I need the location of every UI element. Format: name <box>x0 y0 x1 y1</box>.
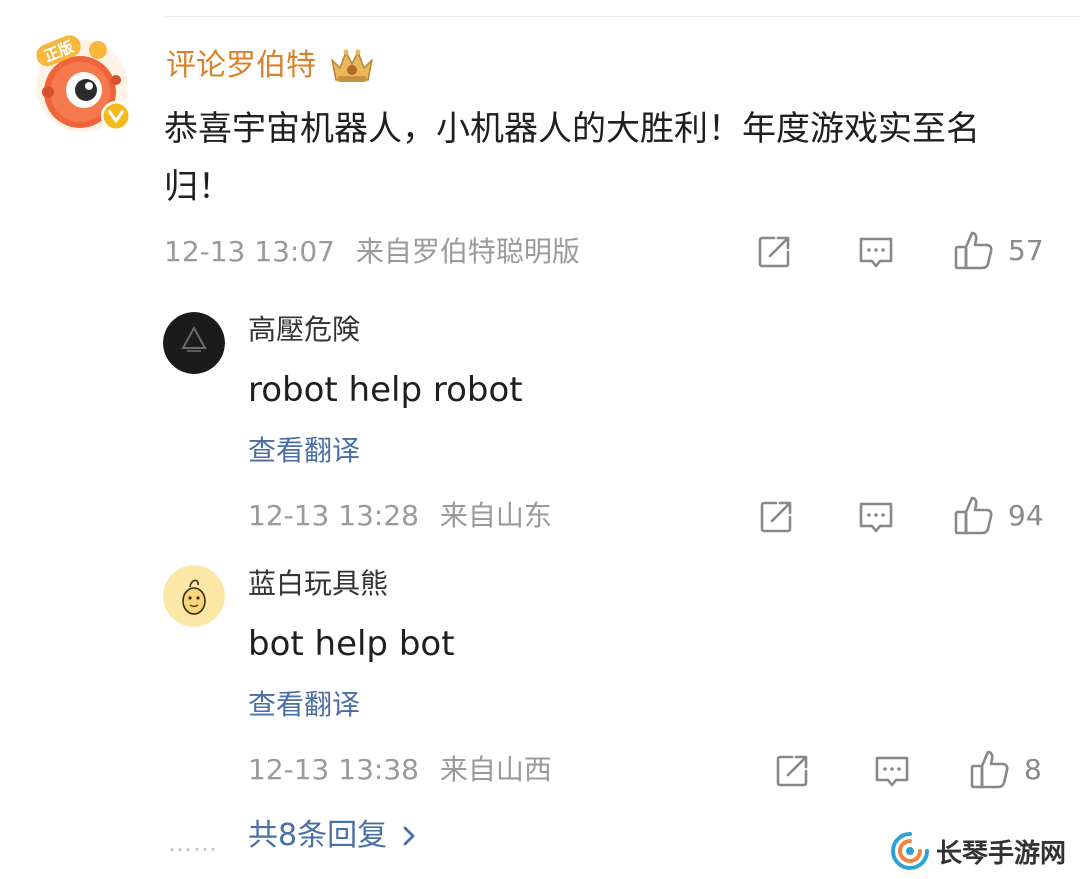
comment-icon <box>875 756 909 787</box>
reply-meta: 12-13 13:28 来自山东 <box>248 498 552 534</box>
watermark-text: 长琴手游网 <box>935 838 1066 869</box>
thumbs-up-icon <box>954 496 993 535</box>
reply-text: bot help bot <box>248 624 455 664</box>
main-time: 12-13 13:07 <box>164 235 335 268</box>
share-icon <box>760 501 792 533</box>
main-username[interactable]: 评论罗伯特 <box>166 45 316 87</box>
reply-source: 来自山东 <box>439 499 552 532</box>
reply-like-button[interactable]: 94 <box>952 493 1044 537</box>
reply-meta: 12-13 13:38 来自山西 <box>248 752 552 788</box>
reply-time: 12-13 13:28 <box>248 499 419 532</box>
main-meta: 12-13 13:07 来自罗伯特聪明版 <box>164 234 580 270</box>
reply-like-button[interactable]: 8 <box>968 747 1042 791</box>
reply-avatar[interactable] <box>163 312 225 374</box>
reply-username[interactable]: 蓝白玩具熊 <box>248 566 388 602</box>
main-share-button[interactable] <box>754 232 794 272</box>
watermark: 长琴手游网 <box>890 831 1066 871</box>
share-icon <box>776 755 808 787</box>
main-like-button[interactable]: 57 <box>952 228 1044 272</box>
crown-badge-icon[interactable] <box>328 46 376 86</box>
reply-text: robot help robot <box>248 370 523 410</box>
reply-comment-button[interactable] <box>856 497 896 537</box>
watermark-logo-icon <box>890 832 929 870</box>
reply-like-count: 8 <box>1024 752 1042 786</box>
more-dots: …… <box>168 829 218 857</box>
more-replies-label: 共8条回复 <box>248 818 388 853</box>
share-icon <box>758 236 790 268</box>
chevron-right-icon <box>403 826 415 846</box>
main-username-row: 评论罗伯特 <box>166 45 376 87</box>
translate-link[interactable]: 查看翻译 <box>248 433 360 469</box>
main-comment-button[interactable] <box>856 232 896 272</box>
reply-like-count: 94 <box>1008 498 1044 532</box>
comment-icon <box>859 237 893 268</box>
translate-link[interactable]: 查看翻译 <box>248 687 360 723</box>
main-like-count: 57 <box>1008 233 1044 267</box>
top-divider <box>163 16 1080 17</box>
thumbs-up-icon <box>970 750 1009 789</box>
main-comment-text: 恭喜宇宙机器人，小机器人的大胜利！年度游戏实至名归！ <box>164 109 980 207</box>
more-replies-link[interactable]: 共8条回复 <box>248 816 417 856</box>
reply-share-button[interactable] <box>772 751 812 791</box>
main-source: 来自罗伯特聪明版 <box>355 235 580 268</box>
reply-avatar[interactable] <box>163 565 225 627</box>
reply-comment-button[interactable] <box>872 751 912 791</box>
comment-icon <box>859 502 893 533</box>
reply-source: 来自山西 <box>439 753 552 786</box>
reply-share-button[interactable] <box>756 497 796 537</box>
main-avatar[interactable]: 正版 <box>28 28 136 136</box>
reply-username[interactable]: 高壓危険 <box>248 312 360 348</box>
thumbs-up-icon <box>954 231 993 270</box>
reply-time: 12-13 13:38 <box>248 753 419 786</box>
